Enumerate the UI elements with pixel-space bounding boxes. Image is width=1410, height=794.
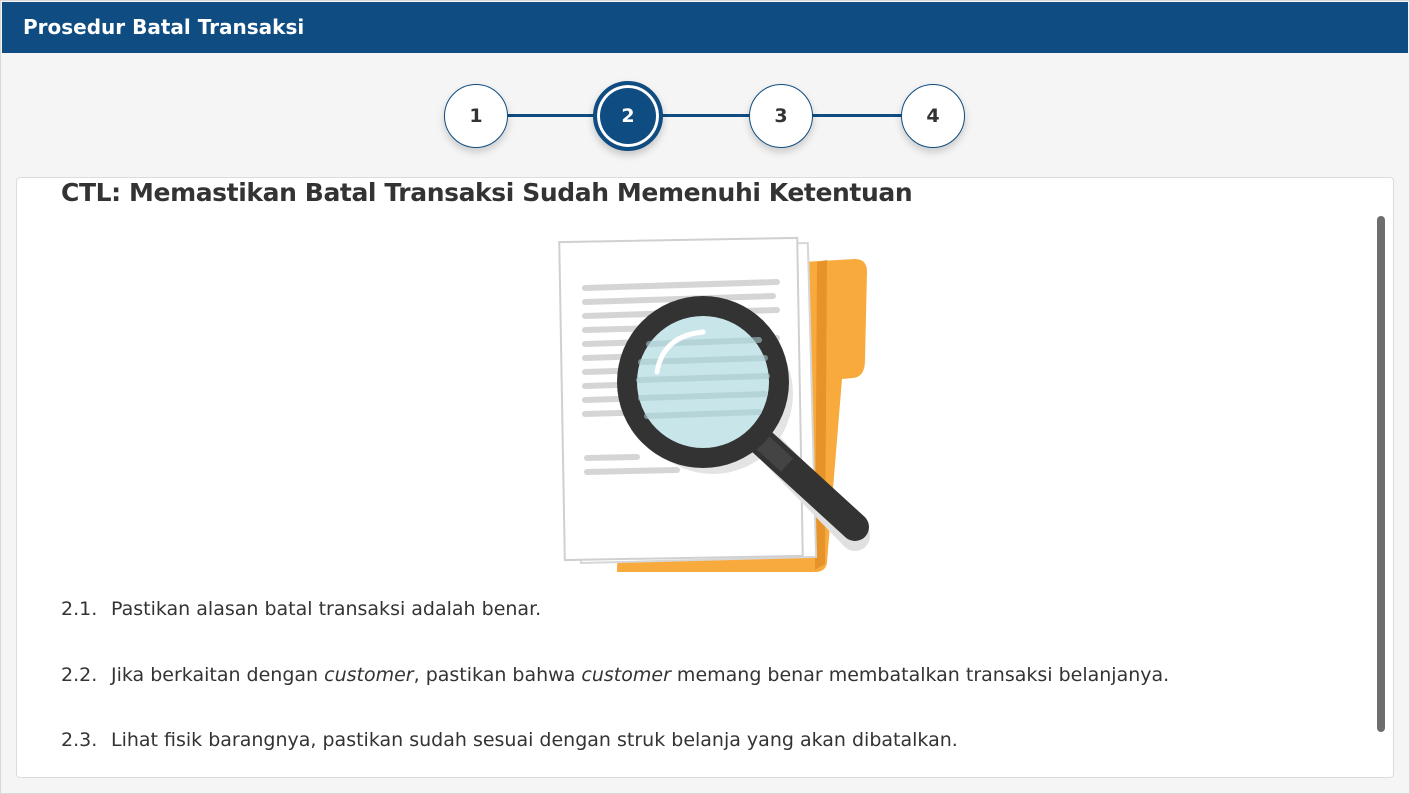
step-3[interactable]: 3 (749, 84, 813, 148)
vertical-scrollbar[interactable] (1377, 216, 1385, 732)
window-title: Prosedur Batal Transaksi (2, 2, 1408, 53)
item-text: memang benar membatalkan transaksi belan… (670, 664, 1170, 686)
item-number: 2.3. (61, 729, 98, 751)
list-item: 2.1. Pastikan alasan batal transaksi adal… (61, 598, 541, 620)
step-1[interactable]: 1 (444, 84, 508, 148)
list-item: 2.2. Jika berkaitan dengan customer, past… (61, 664, 1169, 686)
item-text: Pastikan alasan batal transaksi adalah b… (111, 598, 542, 620)
item-text: , pastikan bahwa (413, 664, 582, 686)
step-connector (812, 114, 902, 117)
step-4[interactable]: 4 (901, 84, 965, 148)
stepper: 1 2 3 4 (0, 53, 1410, 173)
item-text-italic: customer (581, 664, 671, 686)
item-text: Lihat fisik barangnya, pastikan sudah se… (111, 729, 958, 751)
document-magnifier-icon (558, 236, 870, 572)
step-connector (660, 114, 750, 117)
item-number: 2.1. (61, 598, 98, 620)
list-item: 2.3. Lihat fisik barangnya, pastikan suda… (61, 729, 958, 751)
step-2[interactable]: 2 (593, 81, 663, 151)
item-number: 2.2. (61, 664, 98, 686)
content-card: CTL: Memastikan Batal Transaksi Sudah Me… (16, 177, 1394, 778)
step-connector (508, 114, 598, 117)
item-text: Jika berkaitan dengan (111, 664, 325, 686)
content-title: CTL: Memastikan Batal Transaksi Sudah Me… (61, 178, 913, 207)
item-text-italic: customer (324, 664, 414, 686)
